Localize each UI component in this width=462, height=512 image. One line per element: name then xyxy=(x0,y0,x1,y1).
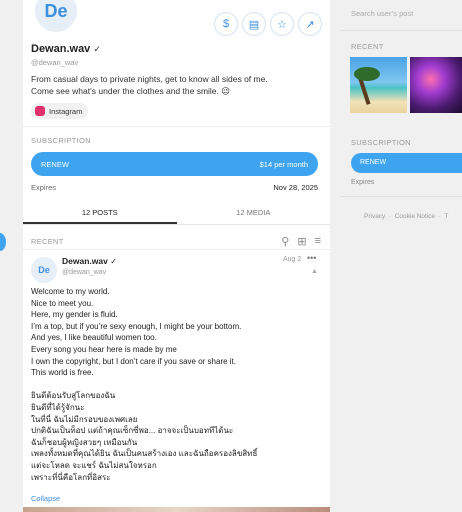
post-line: ยินดีที่ได้รู้จักนะ xyxy=(31,402,85,412)
share-icon[interactable]: ↗ xyxy=(298,12,322,36)
pin-icon: ▲ xyxy=(311,268,318,275)
profile-actions: $ ▤ ☆ ↗ xyxy=(214,12,322,36)
sidebar-renew-button[interactable]: RENEW xyxy=(351,153,462,173)
profile-handle: @dewan_wav xyxy=(31,58,79,67)
tab-media[interactable]: 12 MEDIA xyxy=(177,203,331,224)
feed-title: RECENT xyxy=(31,237,64,246)
tip-dollar-icon[interactable]: $ xyxy=(214,12,238,36)
divider xyxy=(340,30,462,31)
tab-posts[interactable]: 12 POSTS xyxy=(23,203,177,224)
post-line: ฉันก็ชอบผู้หญิงสวยๆ เหมือนกัน xyxy=(31,437,138,447)
sidebar-recent-title: RECENT xyxy=(351,42,384,51)
grid-view-icon[interactable]: ⊞ xyxy=(297,235,306,248)
post-line: แต่จะโหลด จะแชร์ ฉันไม่สนใจหรอก xyxy=(31,460,157,470)
sidebar-subscription-title: SUBSCRIPTION xyxy=(351,138,411,147)
profile-name-text: Dewan.wav xyxy=(31,43,91,55)
verified-icon: ✓ xyxy=(110,257,117,266)
renew-price: $14 per month xyxy=(259,159,308,169)
post-line: เพลงทั้งหมดที่คุณได้ยิน ฉันเป็นคนสร้างเอ… xyxy=(31,449,258,459)
sort-icon[interactable]: ≡ xyxy=(315,235,321,248)
feed-tools: ⚲ ⊞ ≡ xyxy=(281,235,321,248)
post-line: Welcome to my world. xyxy=(31,287,110,296)
post-line: ปกติฉันเป็นท็อป แต่ถ้าคุณเซ็กซี่พอ... อา… xyxy=(31,426,234,436)
next-post-image xyxy=(23,507,330,512)
divider xyxy=(23,249,330,250)
expires-label: Expires xyxy=(31,183,57,192)
profile-main: De $ ▤ ☆ ↗ Dewan.wav ✓ @dewan_wav From c… xyxy=(23,0,330,512)
star-icon[interactable]: ☆ xyxy=(270,12,294,36)
expires-row: Expires Nov 28, 2025 xyxy=(31,183,318,192)
search-icon[interactable]: ⚲ xyxy=(281,235,289,248)
post-author-name-text: Dewan.wav xyxy=(62,256,108,266)
expires-date: Nov 28, 2025 xyxy=(273,183,318,192)
sidebar-search-input[interactable]: Search user’s post xyxy=(351,9,413,18)
post-author-handle: @dewan_wav xyxy=(62,269,107,276)
post-avatar[interactable]: De xyxy=(31,257,57,283)
recent-thumbnail[interactable] xyxy=(350,57,407,113)
sidebar-footer: Privacy · Cookie Notice · T xyxy=(364,213,449,220)
post-line: Every song you hear here is made by me xyxy=(31,344,177,354)
footer-cookie-link[interactable]: Cookie Notice xyxy=(395,213,435,220)
post-line: I own the copyright, but I don’t care if… xyxy=(31,356,236,366)
collapse-link[interactable]: Collapse xyxy=(31,494,60,503)
instagram-link[interactable]: Instagram xyxy=(31,103,89,119)
post-line: And yes, I like beautiful women too. xyxy=(31,333,157,343)
instagram-icon xyxy=(35,106,45,116)
post-line: ยินดีต้อนรับสู่โลกของฉัน xyxy=(31,391,116,401)
post-line: I’m a top, but if you’re sexy enough, I … xyxy=(31,321,242,331)
footer-terms-link[interactable]: T xyxy=(444,213,448,220)
bio-line: From casual days to private nights, get … xyxy=(31,74,268,84)
recent-thumbnail[interactable] xyxy=(410,57,462,113)
post-author-name[interactable]: Dewan.wav ✓ xyxy=(62,256,117,266)
divider xyxy=(23,126,330,127)
profile-bio: From casual days to private nights, get … xyxy=(31,73,326,97)
bio-line: Come see what’s under the clothes and th… xyxy=(31,86,231,96)
subscription-title: SUBSCRIPTION xyxy=(31,136,91,145)
post-line: Nice to meet you. xyxy=(31,298,94,308)
renew-label: RENEW xyxy=(41,159,69,169)
footer-privacy-link[interactable]: Privacy xyxy=(364,213,385,220)
post-line: Here, my gender is fluid. xyxy=(31,310,118,320)
more-options-icon[interactable]: ••• xyxy=(307,253,316,263)
renew-button[interactable]: RENEW $14 per month xyxy=(31,152,318,176)
post-line: ในที่นี่ ฉันไม่มีกรอบของเพศเลย xyxy=(31,414,138,424)
post-line: เพราะที่นี่คือโลกที่อิสระ xyxy=(31,472,111,482)
post-text: Welcome to my world. Nice to meet you. Her… xyxy=(31,286,326,483)
feed-header: RECENT ⚲ ⊞ ≡ xyxy=(31,235,321,248)
palm-leaves xyxy=(354,67,380,81)
profile-avatar[interactable]: De xyxy=(33,0,79,34)
message-icon[interactable]: ▤ xyxy=(242,12,266,36)
post-line: This world is free. xyxy=(31,368,94,378)
instagram-label: Instagram xyxy=(49,106,83,116)
scroll-indicator[interactable] xyxy=(0,233,6,251)
sidebar-expires-label: Expires xyxy=(351,179,375,186)
post-date: Aug 2 xyxy=(283,256,302,263)
content-tabs: 12 POSTS 12 MEDIA xyxy=(23,203,330,225)
profile-name: Dewan.wav ✓ xyxy=(31,43,101,55)
sidebar: Search user’s post RECENT SUBSCRIPTION R… xyxy=(340,0,462,512)
verified-icon: ✓ xyxy=(93,44,101,54)
divider xyxy=(340,196,462,197)
